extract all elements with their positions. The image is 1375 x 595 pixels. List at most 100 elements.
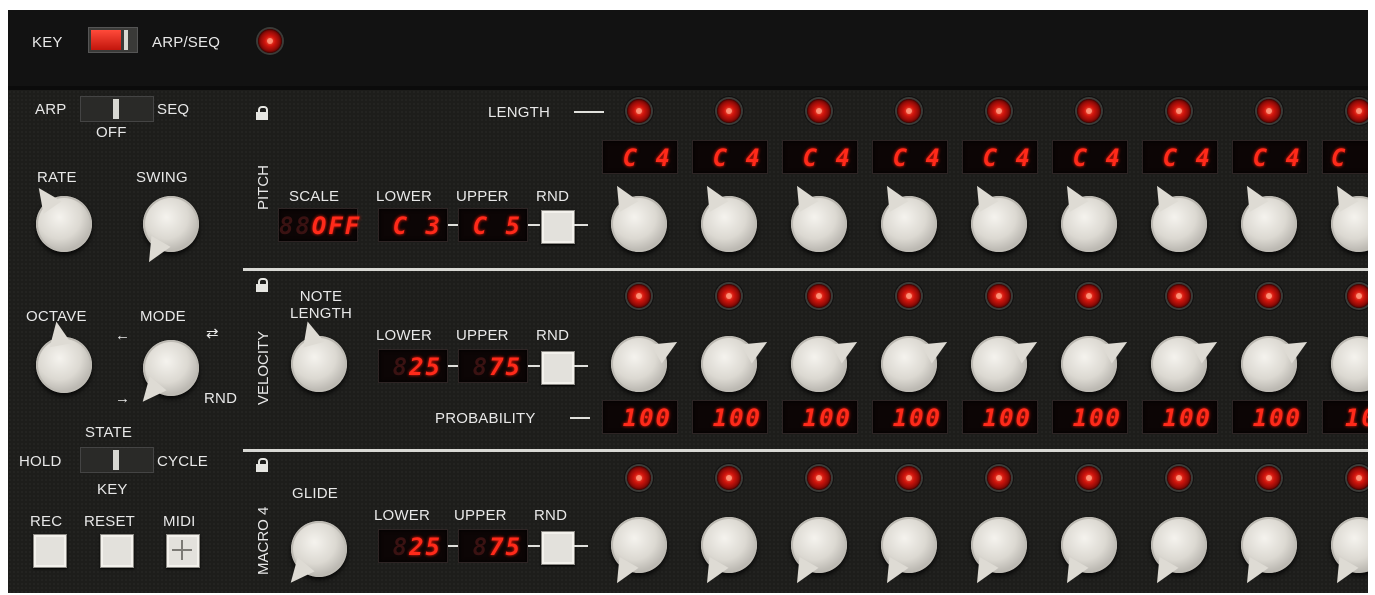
pitch-step-knob[interactable] — [791, 196, 847, 252]
pitch-step-display[interactable]: C 4 — [1232, 140, 1308, 174]
step-column-7: C 4 100 — [1138, 10, 1228, 593]
arrow-left-icon: ← — [115, 327, 130, 344]
macro-step-knob[interactable] — [1331, 517, 1368, 573]
probability-step-display[interactable]: 100 — [1142, 400, 1218, 434]
probability-step-display[interactable]: 100 — [692, 400, 768, 434]
probability-step-display[interactable]: 100 — [1232, 400, 1308, 434]
pitch-step-knob[interactable] — [611, 196, 667, 252]
velocity-step-led — [897, 284, 921, 308]
probability-step-display[interactable]: 100 — [872, 400, 948, 434]
probability-step-value: 100 — [982, 404, 1032, 432]
arp-off-seq-switch[interactable] — [80, 96, 154, 122]
scale-display[interactable]: 88OFF — [278, 208, 359, 242]
pitch-lower-display[interactable]: C 3 — [378, 208, 448, 242]
note-length-knob[interactable] — [291, 336, 347, 392]
pitch-step-display[interactable]: C 4 — [872, 140, 948, 174]
velocity-step-knob[interactable] — [1061, 336, 1117, 392]
probability-step-value: 100 — [1162, 404, 1212, 432]
glide-knob[interactable] — [291, 521, 347, 577]
rnd-line — [574, 545, 588, 547]
pitch-step-knob[interactable] — [881, 196, 937, 252]
velocity-step-knob[interactable] — [881, 336, 937, 392]
macro-step-knob[interactable] — [791, 517, 847, 573]
cycle-label: CYCLE — [157, 453, 209, 470]
reset-button[interactable] — [100, 534, 134, 568]
swing-knob[interactable] — [143, 196, 199, 252]
switch-lever — [113, 99, 119, 119]
probability-step-display[interactable]: 100 — [602, 400, 678, 434]
step-column-1: C 4 100 — [598, 10, 688, 593]
switch-lever — [113, 450, 119, 470]
macro-lower-label: LOWER — [374, 507, 431, 524]
macro-lock-icon[interactable] — [256, 458, 268, 472]
pitch-lock-icon[interactable] — [256, 106, 268, 120]
pitch-step-value: C 4 — [712, 144, 762, 172]
probability-line — [570, 417, 590, 419]
velocity-step-knob[interactable] — [1151, 336, 1207, 392]
pitch-rnd-label: RND — [536, 188, 570, 205]
hold-key-cycle-switch[interactable] — [80, 447, 154, 473]
velocity-step-knob[interactable] — [1241, 336, 1297, 392]
pitch-step-knob[interactable] — [1061, 196, 1117, 252]
pitch-step-knob[interactable] — [1241, 196, 1297, 252]
pitch-step-display[interactable]: C 4 — [602, 140, 678, 174]
macro-step-knob[interactable] — [881, 517, 937, 573]
macro-rnd-button[interactable] — [541, 531, 575, 565]
velocity-step-knob[interactable] — [701, 336, 757, 392]
probability-step-display[interactable]: 10 — [1322, 400, 1368, 434]
step-column-8: C 4 100 — [1228, 10, 1318, 593]
velocity-step-knob[interactable] — [1331, 336, 1368, 392]
pitch-step-value: C 4 — [1162, 144, 1212, 172]
pitch-step-display[interactable]: C — [1322, 140, 1368, 174]
pitch-step-display[interactable]: C 4 — [1142, 140, 1218, 174]
velocity-step-knob[interactable] — [791, 336, 847, 392]
pitch-step-knob[interactable] — [1331, 196, 1368, 252]
velocity-upper-display[interactable]: 875 — [458, 349, 528, 383]
pitch-step-display[interactable]: C 4 — [962, 140, 1038, 174]
velocity-lock-icon[interactable] — [256, 278, 268, 292]
key-arpseq-toggle[interactable] — [88, 27, 138, 53]
macro-step-knob[interactable] — [1061, 517, 1117, 573]
pitch-step-value: C 4 — [622, 144, 672, 172]
pitch-lower-value: C 3 — [392, 212, 442, 240]
macro-step-knob[interactable] — [611, 517, 667, 573]
macro-step-knob[interactable] — [701, 517, 757, 573]
probability-step-display[interactable]: 100 — [1052, 400, 1128, 434]
midi-label: MIDI — [163, 513, 196, 530]
midi-learn-button[interactable] — [166, 534, 200, 568]
pitch-upper-display[interactable]: C 5 — [458, 208, 528, 242]
range-dash — [448, 545, 458, 547]
pitch-upper-label: UPPER — [456, 188, 509, 205]
velocity-step-knob[interactable] — [611, 336, 667, 392]
velocity-step-knob[interactable] — [971, 336, 1027, 392]
probability-step-display[interactable]: 100 — [962, 400, 1038, 434]
range-dash — [448, 365, 458, 367]
range-dash — [528, 365, 540, 367]
mode-knob[interactable] — [143, 340, 199, 396]
key-state-label: KEY — [97, 481, 128, 498]
pitch-step-knob[interactable] — [971, 196, 1027, 252]
pitch-step-display[interactable]: C 4 — [782, 140, 858, 174]
macro-step-knob[interactable] — [971, 517, 1027, 573]
macro-lower-value: 25 — [409, 533, 442, 561]
octave-knob[interactable] — [36, 337, 92, 393]
pitch-step-display[interactable]: C 4 — [692, 140, 768, 174]
pitch-lower-label: LOWER — [376, 188, 433, 205]
probability-step-display[interactable]: 100 — [782, 400, 858, 434]
rate-knob[interactable] — [36, 196, 92, 252]
velocity-lower-value: 25 — [409, 353, 442, 381]
rec-button[interactable] — [33, 534, 67, 568]
pitch-step-display[interactable]: C 4 — [1052, 140, 1128, 174]
pitch-step-knob[interactable] — [701, 196, 757, 252]
seq-label: SEQ — [157, 101, 190, 118]
pitch-rnd-button[interactable] — [541, 210, 575, 244]
velocity-rnd-button[interactable] — [541, 351, 575, 385]
macro-upper-display[interactable]: 875 — [458, 529, 528, 563]
macro-rnd-label: RND — [534, 507, 568, 524]
velocity-lower-display[interactable]: 825 — [378, 349, 448, 383]
macro-step-knob[interactable] — [1151, 517, 1207, 573]
probability-step-value: 100 — [1072, 404, 1122, 432]
macro-lower-display[interactable]: 825 — [378, 529, 448, 563]
pitch-step-knob[interactable] — [1151, 196, 1207, 252]
macro-step-knob[interactable] — [1241, 517, 1297, 573]
